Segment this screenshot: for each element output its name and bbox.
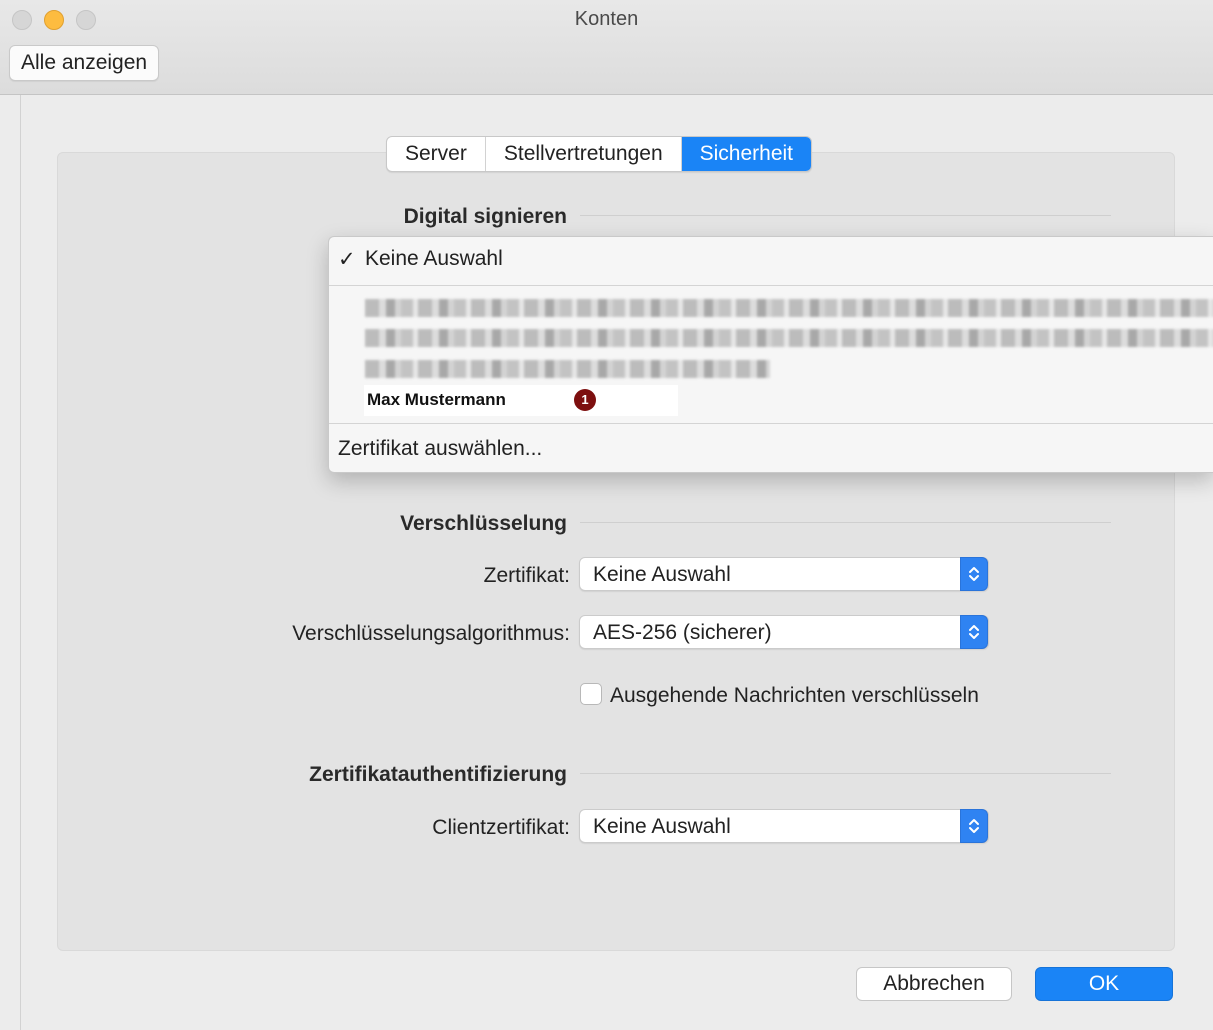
auth-heading: Zertifikatauthentifizierung xyxy=(309,763,567,786)
checkmark-icon: ✓ xyxy=(338,248,356,271)
tab-server[interactable]: Server xyxy=(387,137,486,171)
menu-item-none[interactable]: ✓ Keine Auswahl xyxy=(329,237,1213,281)
algorithm-popup[interactable]: AES-256 (sicherer) xyxy=(579,615,989,649)
menu-separator xyxy=(329,285,1213,286)
ok-button[interactable]: OK xyxy=(1035,967,1173,1001)
popup-chevron-icon xyxy=(960,557,988,591)
popup-chevron-icon xyxy=(960,809,988,843)
popup-chevron-icon xyxy=(960,615,988,649)
encryption-heading: Verschlüsselung xyxy=(400,512,567,535)
signing-divider xyxy=(580,215,1111,216)
tab-stellvertretungen[interactable]: Stellvertretungen xyxy=(486,137,682,171)
menu-item-certificate-owner[interactable]: Max Mustermann 1 xyxy=(364,385,678,416)
menu-separator xyxy=(329,423,1213,424)
show-all-button[interactable]: Alle anzeigen xyxy=(9,45,160,81)
client-certificate-popup[interactable]: Keine Auswahl xyxy=(579,809,989,843)
certificate-label: Zertifikat: xyxy=(483,564,570,587)
signing-certificate-menu: ✓ Keine Auswahl Max Mustermann 1 Zertifi… xyxy=(328,236,1213,473)
algorithm-popup-value: AES-256 (sicherer) xyxy=(593,621,772,644)
client-certificate-label: Clientzertifikat: xyxy=(432,816,570,839)
choose-certificate-label: Zertifikat auswählen... xyxy=(338,437,543,460)
certificate-popup-value: Keine Auswahl xyxy=(593,563,731,586)
tab-sicherheit[interactable]: Sicherheit xyxy=(681,137,812,171)
step-badge: 1 xyxy=(574,389,596,411)
auth-divider xyxy=(580,773,1111,774)
certificate-popup[interactable]: Keine Auswahl xyxy=(579,557,989,591)
algorithm-label: Verschlüsselungsalgorithmus: xyxy=(292,622,570,645)
window-title: Konten xyxy=(574,8,639,30)
encryption-divider xyxy=(580,522,1111,523)
encrypt-outgoing-label[interactable]: Ausgehende Nachrichten verschlüsseln xyxy=(610,684,979,708)
client-certificate-popup-value: Keine Auswahl xyxy=(593,815,731,838)
cancel-button[interactable]: Abbrechen xyxy=(856,967,1012,1001)
certificate-owner-name: Max Mustermann xyxy=(367,390,506,409)
menu-item-choose-certificate[interactable]: Zertifikat auswählen... xyxy=(329,427,1213,471)
tab-bar: Server Stellvertretungen Sicherheit xyxy=(386,136,813,172)
title-bar: Konten Alle anzeigen xyxy=(0,0,1213,95)
menu-item-none-label: Keine Auswahl xyxy=(365,247,503,270)
signing-heading: Digital signieren xyxy=(403,205,567,228)
encrypt-outgoing-checkbox[interactable] xyxy=(580,683,602,705)
